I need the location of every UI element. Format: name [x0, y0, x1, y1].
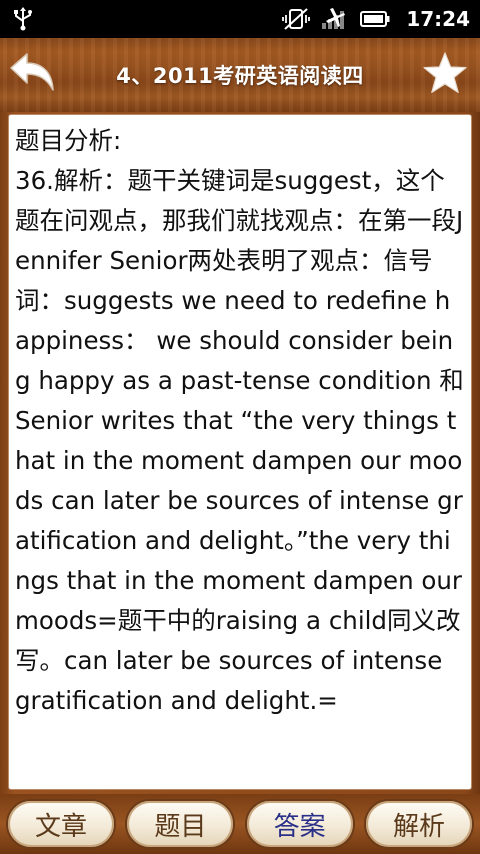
content-frame: 题目分析: 36.解析：题干关键词是suggest，这个题在问观点，那我们就找观… — [0, 112, 480, 794]
favorite-button[interactable] — [420, 50, 470, 100]
tab-answers[interactable]: 答案 — [244, 799, 355, 849]
analysis-panel[interactable]: 题目分析: 36.解析：题干关键词是suggest，这个题在问观点，那我们就找观… — [8, 114, 472, 790]
tab-analysis[interactable]: 解析 — [363, 799, 474, 849]
status-right: 17:24 — [282, 7, 470, 31]
status-bar: 17:24 — [0, 0, 480, 38]
battery-icon — [360, 9, 390, 29]
bottom-tab-bar: 文章 题目 答案 解析 — [0, 794, 480, 854]
usb-icon — [12, 7, 34, 31]
star-icon — [422, 51, 468, 99]
status-time: 17:24 — [406, 7, 470, 31]
header-bar: 4、2011考研英语阅读四 — [0, 38, 480, 112]
vibrate-muted-icon — [282, 7, 311, 31]
signal-airplane-icon — [320, 7, 350, 31]
back-arrow-icon — [8, 52, 56, 98]
status-left — [12, 7, 34, 31]
analysis-heading: 题目分析: — [15, 126, 122, 155]
back-button[interactable] — [6, 50, 58, 100]
analysis-text: 题目分析: 36.解析：题干关键词是suggest，这个题在问观点，那我们就找观… — [15, 121, 465, 721]
tab-article[interactable]: 文章 — [6, 799, 116, 849]
page-title: 4、2011考研英语阅读四 — [116, 64, 364, 88]
analysis-paragraph: 36.解析：题干关键词是suggest，这个题在问观点，那我们就找观点：在第一段… — [15, 166, 464, 715]
tab-questions[interactable]: 题目 — [125, 799, 236, 849]
